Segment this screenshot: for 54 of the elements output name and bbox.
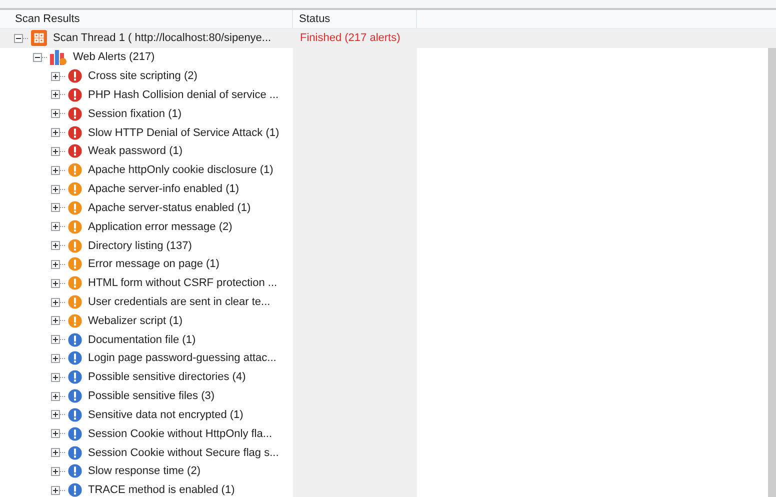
tree-item[interactable]: Possible sensitive files (3) — [88, 390, 215, 402]
tree-item[interactable]: Session Cookie without Secure flag s... — [88, 446, 279, 459]
expand-toggle-icon[interactable] — [51, 146, 60, 156]
expand-toggle-icon[interactable] — [51, 203, 60, 212]
expand-toggle-icon[interactable] — [51, 260, 60, 269]
collapse-toggle-icon[interactable] — [14, 34, 23, 43]
tree-item[interactable]: Sensitive data not encrypted (1) — [88, 408, 244, 421]
expand-toggle-icon[interactable] — [51, 166, 60, 175]
expand-toggle-icon[interactable] — [51, 410, 60, 420]
tree-item[interactable]: Login page password-guessing attac... — [88, 352, 276, 364]
tree-item[interactable]: PHP Hash Collision denial of service ... — [88, 88, 279, 101]
tree-item[interactable]: Apache httpOnly cookie disclosure (1) — [88, 164, 274, 176]
expand-toggle-icon[interactable] — [51, 90, 60, 100]
tree-item[interactable]: Apache server-info enabled (1) — [88, 183, 240, 196]
expand-toggle-icon[interactable] — [51, 241, 60, 250]
tree-item[interactable]: Scan Thread 1 ( http://localhost:80/sipenye... — [53, 32, 272, 44]
scrollbar[interactable] — [768, 48, 776, 497]
tree-item[interactable]: Slow HTTP Denial of Service Attack (1) — [88, 126, 280, 139]
expand-toggle-icon[interactable] — [51, 316, 60, 326]
expand-toggle-icon[interactable] — [51, 354, 60, 363]
expand-toggle-icon[interactable] — [51, 429, 60, 438]
tree-item[interactable]: Session Cookie without HttpOnly fla... — [88, 428, 272, 440]
tree-item[interactable]: Possible sensitive directories (4) — [88, 371, 246, 384]
expand-toggle-icon[interactable] — [51, 335, 60, 344]
tree-item[interactable]: Slow response time (2) — [88, 465, 200, 478]
tree-item[interactable]: User credentials are sent in clear te... — [88, 296, 270, 308]
expand-toggle-icon[interactable] — [51, 298, 60, 306]
collapse-toggle-icon[interactable] — [33, 52, 42, 62]
column-header[interactable]: Status — [293, 10, 417, 28]
tree-item[interactable]: TRACE method is enabled (1) — [88, 484, 235, 496]
tree-item[interactable]: Web Alerts (217) — [73, 51, 155, 64]
expand-toggle-icon[interactable] — [51, 372, 60, 382]
tree-item[interactable]: Application error message (2) — [88, 220, 232, 233]
expand-toggle-icon[interactable] — [51, 72, 60, 81]
expand-toggle-icon[interactable] — [51, 448, 60, 458]
tree-item[interactable]: Session fixation (1) — [88, 108, 182, 120]
tree-item[interactable]: Cross site scripting (2) — [88, 70, 198, 82]
expand-toggle-icon[interactable] — [51, 278, 60, 288]
tree-item[interactable]: HTML form without CSRF protection ... — [88, 277, 278, 290]
expand-toggle-icon[interactable] — [51, 486, 60, 495]
column-header[interactable]: Scan Results — [0, 10, 293, 28]
bar-chart-icon — [50, 49, 67, 66]
tree-item[interactable]: Apache server-status enabled (1) — [88, 202, 251, 214]
expand-toggle-icon[interactable] — [51, 109, 60, 118]
tree-item[interactable]: Webalizer script (1) — [88, 314, 183, 327]
expand-toggle-icon[interactable] — [51, 466, 60, 476]
tree-item[interactable]: Documentation file (1) — [88, 334, 196, 346]
tree-item[interactable]: Directory listing (137) — [88, 240, 192, 252]
expand-toggle-icon[interactable] — [51, 392, 60, 401]
tree-item[interactable]: Weak password (1) — [88, 145, 183, 158]
expand-toggle-icon[interactable] — [51, 184, 60, 194]
expand-toggle-icon[interactable] — [51, 128, 60, 138]
tree-item[interactable]: Error message on page (1) — [88, 258, 220, 270]
expand-toggle-icon[interactable] — [51, 222, 60, 232]
